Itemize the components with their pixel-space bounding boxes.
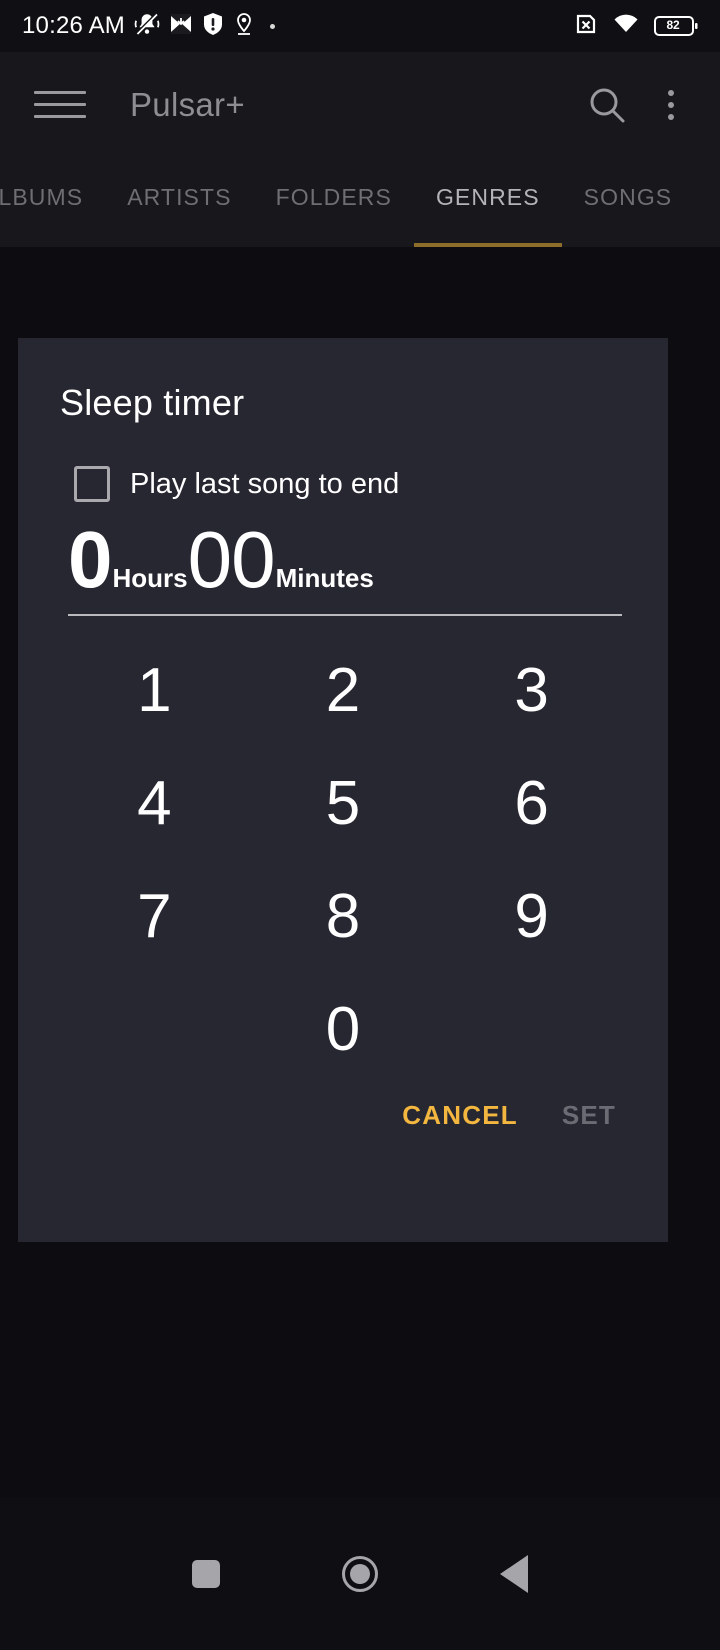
minutes-unit-label: Minutes bbox=[275, 563, 374, 593]
shield-alert-icon bbox=[202, 12, 224, 41]
tab-bar: ALBUMS ARTISTS FOLDERS GENRES SONGS bbox=[0, 157, 720, 247]
key-0[interactable]: 0 bbox=[249, 998, 438, 1061]
app-title: Pulsar+ bbox=[130, 85, 245, 123]
triangle-back-icon[interactable] bbox=[500, 1554, 528, 1593]
app-bar-actions bbox=[584, 82, 720, 128]
overflow-dot-icon bbox=[270, 23, 276, 29]
screenshot-icon bbox=[169, 12, 193, 41]
status-bar-right: 82 bbox=[574, 12, 698, 41]
location-pin-icon bbox=[233, 12, 255, 41]
tab-folders[interactable]: FOLDERS bbox=[254, 157, 414, 247]
system-navigation-bar bbox=[0, 1497, 720, 1650]
key-9[interactable]: 9 bbox=[437, 885, 626, 948]
sleep-timer-dialog: Sleep timer Play last song to end 0 Hour… bbox=[18, 338, 668, 1242]
checkbox-icon[interactable] bbox=[74, 466, 110, 502]
hours-value[interactable]: 0 bbox=[68, 520, 112, 600]
tab-albums[interactable]: ALBUMS bbox=[0, 157, 105, 247]
key-1[interactable]: 1 bbox=[60, 659, 249, 722]
tab-artists[interactable]: ARTISTS bbox=[105, 157, 253, 247]
checkbox-label: Play last song to end bbox=[130, 467, 400, 500]
set-button[interactable]: SET bbox=[562, 1100, 616, 1131]
minutes-value[interactable]: 00 bbox=[188, 520, 276, 600]
battery-percent-label: 82 bbox=[666, 18, 680, 32]
cancel-button[interactable]: CANCEL bbox=[402, 1100, 518, 1131]
key-6[interactable]: 6 bbox=[437, 772, 626, 835]
time-divider bbox=[68, 614, 622, 616]
dialog-actions: CANCEL SET bbox=[60, 1100, 626, 1131]
app-bar: Pulsar+ bbox=[0, 52, 720, 157]
more-vertical-icon[interactable] bbox=[656, 82, 686, 128]
square-recents-icon[interactable] bbox=[192, 1559, 220, 1588]
key-7[interactable]: 7 bbox=[60, 885, 249, 948]
tab-genres[interactable]: GENRES bbox=[413, 157, 562, 247]
dialog-title: Sleep timer bbox=[60, 382, 245, 423]
hamburger-menu-icon[interactable] bbox=[34, 85, 86, 125]
key-2[interactable]: 2 bbox=[249, 659, 438, 722]
key-3[interactable]: 3 bbox=[437, 659, 626, 722]
mute-bell-icon bbox=[134, 11, 160, 42]
search-icon[interactable] bbox=[584, 82, 630, 128]
circle-home-icon[interactable] bbox=[342, 1555, 378, 1592]
hours-unit-label: Hours bbox=[112, 563, 188, 593]
key-5[interactable]: 5 bbox=[249, 772, 438, 835]
sim-disabled-icon bbox=[574, 12, 598, 41]
status-clock: 10:26 AM bbox=[22, 12, 126, 39]
tab-songs[interactable]: SONGS bbox=[562, 157, 695, 247]
battery-icon: 82 bbox=[654, 15, 698, 37]
play-last-song-checkbox-row[interactable]: Play last song to end bbox=[74, 466, 626, 502]
numeric-keypad: 1 2 3 4 5 6 7 8 9 0 bbox=[60, 634, 626, 1086]
time-display: 0 Hours 00 Minutes bbox=[68, 520, 626, 600]
phone-screen: 10:26 AM 82 Pulsar+ LBUMS ARTISTS FOLDER… bbox=[0, 0, 720, 1650]
wifi-icon bbox=[612, 13, 640, 40]
status-bar: 10:26 AM 82 bbox=[0, 0, 720, 52]
key-8[interactable]: 8 bbox=[249, 885, 438, 948]
key-4[interactable]: 4 bbox=[60, 772, 249, 835]
status-bar-left: 10:26 AM bbox=[22, 11, 276, 42]
